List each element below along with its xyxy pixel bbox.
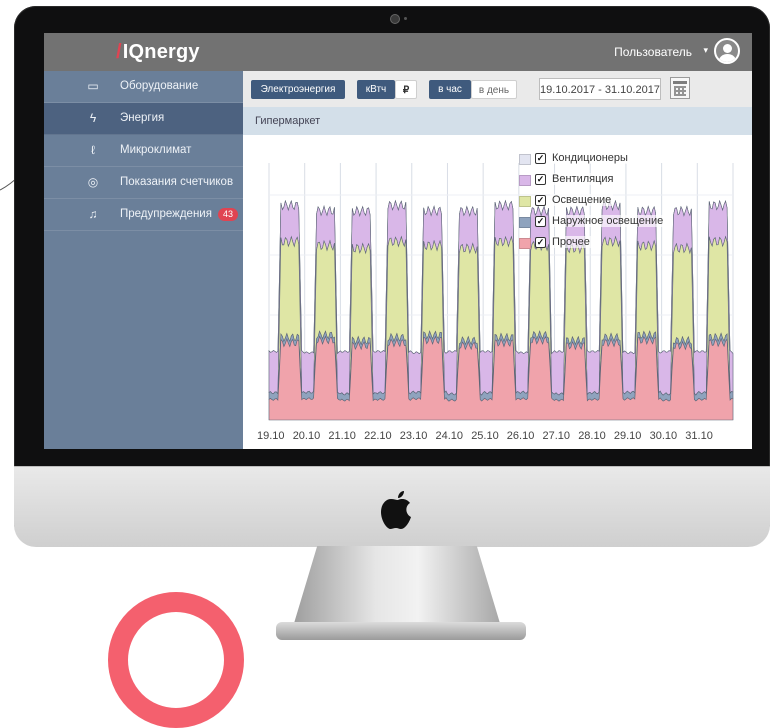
x-tick-label: 22.10	[364, 430, 392, 442]
sidebar-item-label: Микроклимат	[120, 144, 192, 156]
sidebar-item-label-text: Предупреждения	[120, 208, 212, 220]
camera-indicator	[404, 17, 407, 20]
thermometer-icon: ℓ	[91, 143, 95, 157]
chevron-down-icon[interactable]: ▾	[703, 45, 708, 56]
date-range-field[interactable]: 19.10.2017 - 31.10.2017	[539, 78, 661, 100]
x-tick-label: 19.10	[257, 430, 285, 442]
x-tick-label: 24.10	[436, 430, 464, 442]
legend-swatch	[519, 238, 531, 249]
per-day-button[interactable]: в день	[471, 80, 517, 99]
legend-label: Освещение	[550, 194, 614, 206]
legend-label: Наружное освещение	[550, 215, 666, 227]
monitor-icon: ▭	[87, 79, 99, 93]
decorative-ring	[108, 592, 244, 728]
x-tick-label: 29.10	[614, 430, 642, 442]
unit-rub-button[interactable]: ₽	[395, 80, 417, 99]
camera-icon	[390, 14, 400, 24]
user-icon[interactable]	[714, 38, 740, 64]
user-menu[interactable]: Пользователь	[614, 45, 692, 59]
sidebar-item-label: Энергия	[120, 112, 165, 124]
x-tick-label: 25.10	[471, 430, 499, 442]
legend-swatch	[519, 175, 531, 186]
x-tick-label: 23.10	[400, 430, 428, 442]
legend-checkbox[interactable]: ✓	[535, 153, 546, 164]
sidebar-item-meter-readings[interactable]: ◎ Показания счетчиков	[44, 167, 243, 199]
sidebar-item-equipment[interactable]: ▭ Оборудование	[44, 71, 243, 103]
stacked-area-chart: 19.10 20.10 21.10 22.10 23.10 24.10 25.10 26.10…	[257, 163, 734, 442]
legend-checkbox[interactable]: ✓	[535, 237, 546, 248]
legend-label: Вентиляция	[550, 173, 616, 185]
logo-mark: /	[116, 41, 122, 63]
section-header: Гипермаркет	[243, 107, 752, 135]
x-tick-label: 31.10	[685, 430, 713, 442]
calendar-icon[interactable]	[670, 77, 690, 99]
x-tick-label: 30.10	[650, 430, 678, 442]
sidebar-item-energy[interactable]: ϟ Энергия	[44, 103, 243, 135]
energy-type-button[interactable]: Электроэнергия	[251, 80, 345, 99]
sidebar-item-microclimate[interactable]: ℓ Микроклимат	[44, 135, 243, 167]
energy-chart: 19.10 20.10 21.10 22.10 23.10 24.10 25.10 26.10…	[243, 135, 752, 449]
monitor-stand-base	[276, 622, 526, 640]
x-tick-label: 27.10	[543, 430, 571, 442]
legend-label: Кондиционеры	[550, 152, 630, 164]
meter-icon: ◎	[87, 175, 99, 189]
legend-checkbox[interactable]: ✓	[535, 174, 546, 185]
x-tick-label: 20.10	[293, 430, 321, 442]
top-bar: /IQnergy Пользователь ▾	[44, 33, 752, 71]
per-hour-button[interactable]: в час	[429, 80, 471, 99]
sidebar-item-label: Показания счетчиков	[120, 176, 234, 188]
app-screen: /IQnergy Пользователь ▾ ▭ Оборудование ϟ…	[44, 33, 752, 449]
legend-swatch	[519, 154, 531, 165]
legend-swatch	[519, 217, 531, 228]
legend-checkbox[interactable]: ✓	[535, 216, 546, 227]
logo-text: IQnergy	[122, 41, 200, 63]
unit-kwh-button[interactable]: кВтч	[357, 80, 395, 99]
lightning-icon: ϟ	[89, 111, 97, 125]
x-tick-label: 28.10	[578, 430, 606, 442]
logo[interactable]: /IQnergy	[116, 41, 200, 64]
monitor-stand	[292, 546, 502, 630]
sidebar: ▭ Оборудование ϟ Энергия ℓ Микроклимат ◎…	[44, 71, 243, 449]
toolbar: Электроэнергия кВтч ₽ в час в день 19.10…	[243, 71, 752, 107]
bell-icon: ♫	[88, 207, 98, 221]
legend-label: Прочее	[550, 236, 592, 248]
section-title: Гипермаркет	[255, 115, 321, 127]
sidebar-item-label: Оборудование	[120, 80, 199, 92]
warnings-count-badge: 43	[217, 208, 238, 221]
sidebar-item-warnings[interactable]: ♫ Предупреждения 43	[44, 199, 243, 231]
apple-logo-icon	[381, 491, 411, 529]
x-tick-label: 21.10	[328, 430, 356, 442]
legend-swatch	[519, 196, 531, 207]
x-tick-label: 26.10	[507, 430, 535, 442]
legend-checkbox[interactable]: ✓	[535, 195, 546, 206]
sidebar-item-label: Предупреждения 43	[120, 208, 238, 221]
